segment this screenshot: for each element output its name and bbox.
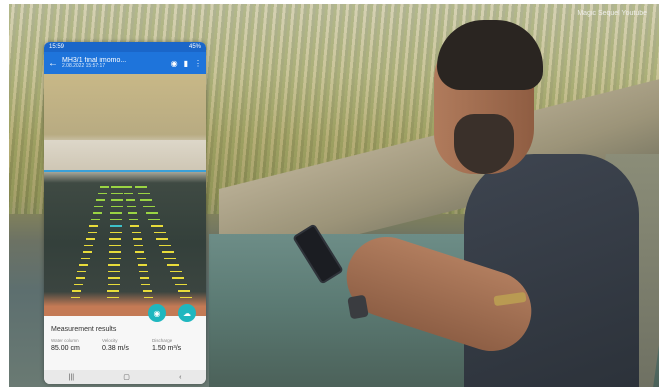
velocity-vector	[167, 264, 179, 266]
velocity-vector	[84, 244, 94, 246]
velocity-vector	[107, 296, 120, 298]
velocity-vector	[107, 290, 120, 292]
wristwatch	[347, 294, 369, 320]
velocity-vector	[110, 218, 123, 220]
velocity-vector	[109, 238, 122, 240]
velocity-vector	[141, 283, 151, 285]
measurement-timestamp: 2.08.2022 15:57:17	[62, 63, 106, 69]
velocity-vector	[161, 251, 174, 253]
velocity-vector	[110, 212, 123, 214]
person-beard	[454, 114, 514, 174]
results-panel: ◉ ☁ Measurement results Water column 85.…	[44, 304, 206, 372]
velocity-vector	[129, 218, 139, 220]
velocity-vector	[89, 225, 99, 227]
camera-button[interactable]: ◉	[148, 304, 166, 322]
velocity-vector	[135, 186, 148, 188]
velocity-vector	[180, 296, 193, 298]
velocity-vector	[174, 283, 187, 285]
velocity-vector	[137, 264, 147, 266]
velocity-vector	[107, 277, 120, 279]
velocity-vector	[131, 231, 141, 233]
velocity-vector	[172, 277, 185, 279]
velocity-vector	[74, 283, 83, 285]
metric-water-column: Water column 85.00 cm	[51, 338, 80, 352]
velocity-vector	[91, 218, 100, 220]
velocity-vector	[97, 192, 107, 194]
velocity-vector	[169, 270, 182, 272]
upload-button[interactable]: ☁	[178, 304, 196, 322]
velocity-vector	[151, 225, 164, 227]
app-bar: ← MH3/1 final imomo... 2.08.2022 15:57:1…	[44, 52, 206, 74]
velocity-vector	[108, 270, 121, 272]
velocity-vector	[136, 257, 146, 259]
velocity-vector	[85, 238, 95, 240]
metric-velocity: Velocity 0.38 m/s	[102, 338, 129, 352]
velocity-vector	[124, 192, 134, 194]
velocity-vector	[79, 264, 89, 266]
velocity-vector	[126, 205, 136, 207]
velocity-vector	[143, 296, 153, 298]
velocity-vector	[153, 231, 166, 233]
velocity-vector	[148, 218, 161, 220]
velocity-vector	[80, 257, 90, 259]
velocity-vector	[145, 212, 158, 214]
velocity-vector	[94, 205, 104, 207]
recent-apps-icon[interactable]: |||	[69, 374, 74, 381]
velocity-vector	[140, 277, 150, 279]
delete-icon[interactable]: ▮	[184, 59, 188, 68]
status-battery: 45%	[188, 44, 201, 50]
velocity-vector	[99, 186, 109, 188]
back-nav-icon[interactable]: ‹	[179, 374, 181, 381]
velocity-vector	[72, 290, 82, 292]
results-heading: Measurement results	[51, 326, 117, 333]
velocity-vector	[75, 277, 85, 279]
camera-view	[44, 74, 206, 316]
metric-discharge: Discharge 1.50 m³/s	[152, 338, 182, 352]
water-line	[44, 170, 206, 172]
velocity-vector	[134, 244, 144, 246]
canal-wall-view	[44, 140, 206, 170]
velocity-vector	[70, 296, 80, 298]
target-icon[interactable]: ◉	[171, 59, 178, 68]
velocity-vector	[156, 238, 169, 240]
velocity-vector	[109, 244, 122, 246]
velocity-vector	[123, 186, 133, 188]
velocity-vector	[135, 251, 145, 253]
velocity-vector	[177, 290, 190, 292]
velocity-vector	[108, 264, 121, 266]
velocity-vector	[140, 199, 153, 201]
status-bar: 15:59 45%	[44, 42, 206, 52]
velocity-vector	[111, 192, 124, 194]
velocity-vector	[130, 225, 140, 227]
velocity-vector	[108, 251, 121, 253]
velocity-vector	[92, 212, 102, 214]
velocity-vector	[110, 205, 123, 207]
back-arrow-icon[interactable]: ←	[48, 58, 62, 69]
velocity-vector	[164, 257, 177, 259]
velocity-vector	[137, 192, 150, 194]
velocity-vector	[159, 244, 172, 246]
velocity-vector	[128, 212, 138, 214]
velocity-vector	[111, 186, 124, 188]
more-options-icon[interactable]: ⋮	[194, 59, 202, 68]
watermark: Magic Sequel Youtube	[577, 10, 647, 17]
velocity-vector	[77, 270, 87, 272]
velocity-vector	[138, 270, 148, 272]
velocity-vector	[109, 225, 122, 227]
phone-screen-overlay: 15:59 45% ← MH3/1 final imomo... 2.08.20…	[44, 42, 206, 384]
velocity-vector	[132, 238, 142, 240]
velocity-vector	[108, 257, 121, 259]
home-icon[interactable]: ▢	[123, 373, 130, 381]
velocity-vector	[96, 199, 106, 201]
status-time: 15:59	[49, 44, 65, 50]
android-nav-bar: ||| ▢ ‹	[44, 370, 206, 384]
velocity-vector	[125, 199, 135, 201]
velocity-vector	[82, 251, 92, 253]
velocity-vector	[142, 290, 152, 292]
velocity-vector	[143, 205, 156, 207]
velocity-vector	[87, 231, 97, 233]
velocity-vector	[107, 283, 120, 285]
velocity-vector	[110, 199, 123, 201]
velocity-vector	[109, 231, 122, 233]
